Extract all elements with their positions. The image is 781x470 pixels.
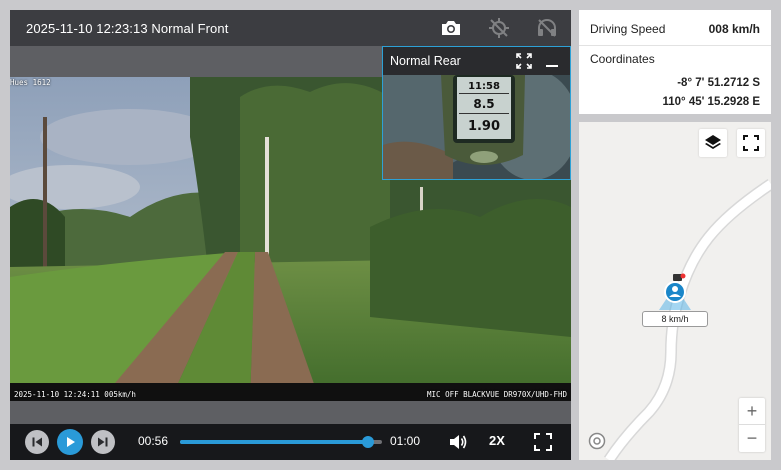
layers-button[interactable] [699,129,727,157]
fullscreen-icon[interactable] [532,431,554,453]
video-title: 2025-11-10 12:23:13 Normal Front [26,20,229,36]
minimize-icon[interactable] [544,53,560,69]
map-provider-icon [588,432,606,450]
zoom-control: + − [739,398,765,452]
coordinates-label: Coordinates [590,52,655,66]
map-panel[interactable]: 8 km/h + − [579,122,771,460]
layers-icon [705,135,721,149]
rear-camera-pip[interactable]: Normal Rear 11:58 8.5 1.90 [382,46,571,180]
rear-title: Normal Rear [390,54,461,68]
header-icons [437,14,561,42]
current-time: 00:56 [138,434,169,448]
next-button[interactable] [91,430,115,454]
info-panel: Driving Speed 008 km/h Coordinates -8° 7… [579,10,771,114]
end-time: 01:00 [390,434,421,448]
osd-top-text: Hues 1612 [10,78,51,87]
zoom-in-button[interactable]: + [739,398,765,425]
driving-speed-value: 008 km/h [708,22,760,36]
rear-device-reading-3: 1.90 [468,119,500,134]
osd-device-info: MIC OFF BLACKVUE DR970X/UHD-FHD [427,390,567,399]
driving-speed-label: Driving Speed [590,22,666,36]
progress-thumb[interactable] [361,436,374,448]
previous-button[interactable] [25,430,49,454]
play-icon [67,437,75,447]
play-button[interactable] [57,429,83,455]
progress-fill [180,440,368,444]
skip-back-icon [32,437,42,447]
driving-speed-row: Driving Speed 008 km/h [579,10,771,46]
video-panel: 2025-11-10 12:23:13 Normal Front Hues 16… [10,10,571,460]
zoom-out-button[interactable]: − [739,425,765,452]
playback-speed-button[interactable]: 2X [489,433,505,448]
gps-off-icon[interactable] [485,14,513,42]
rear-device-reading-2: 8.5 [473,97,494,111]
map-fullscreen-button[interactable] [737,129,765,157]
expand-icon[interactable] [516,53,532,69]
volume-icon[interactable] [447,431,469,453]
map-fullscreen-icon [743,135,759,151]
vehicle-marker-icon[interactable] [653,272,703,312]
headset-icon[interactable] [533,14,561,42]
skip-forward-icon [98,437,108,447]
playback-controls: 00:56 01:00 2X [10,424,571,460]
rear-device-reading-1: 11:58 [468,81,500,92]
rear-header: Normal Rear [383,47,570,75]
vehicle-speed-label: 8 km/h [642,311,708,327]
osd-timestamp: 2025-11-10 12:24:11 005km/h [14,390,136,399]
longitude-value: 110° 45' 15.2928 E [662,96,760,108]
video-header: 2025-11-10 12:23:13 Normal Front [10,10,571,46]
progress-slider[interactable] [180,436,382,448]
camera-icon[interactable] [437,14,465,42]
rear-camera-video: 11:58 8.5 1.90 [383,75,570,179]
latitude-value: -8° 7' 51.2712 S [677,77,760,89]
